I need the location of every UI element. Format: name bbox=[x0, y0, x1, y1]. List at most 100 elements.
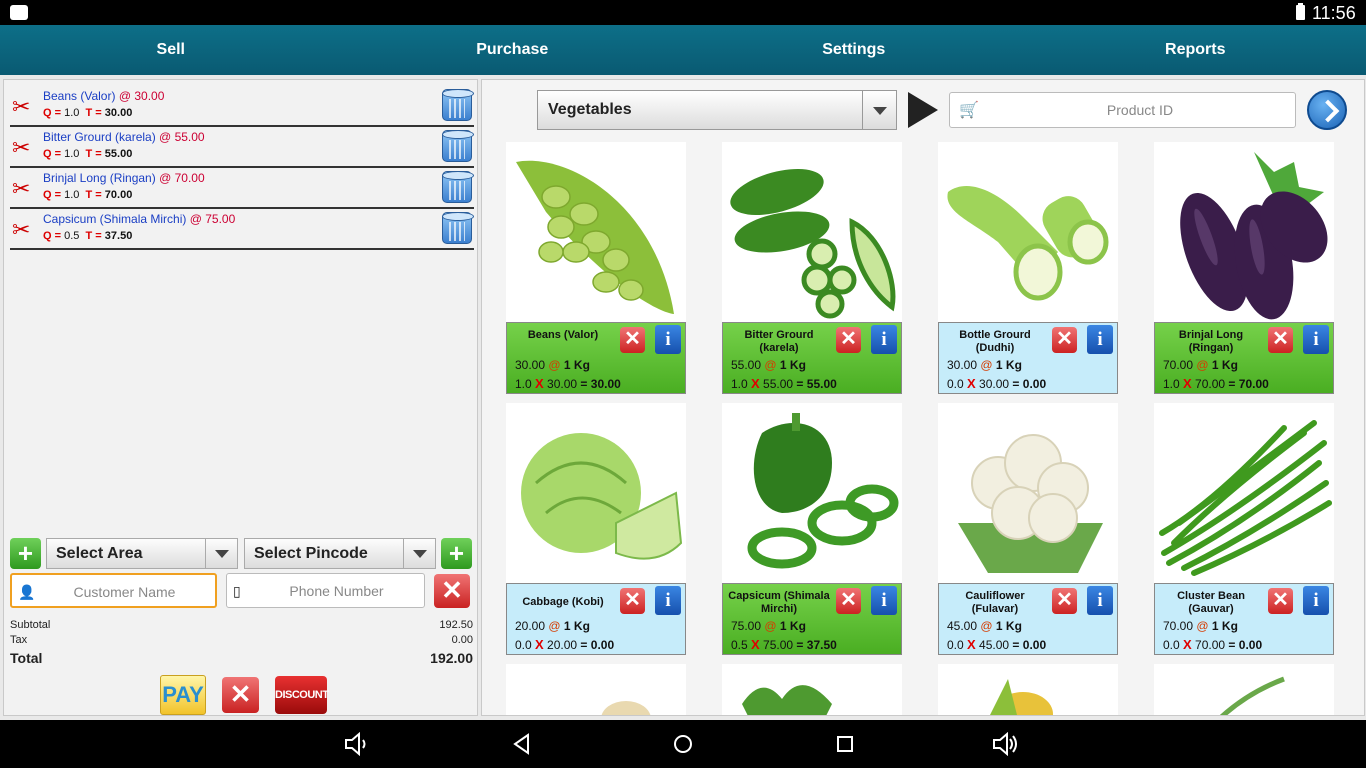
close-icon[interactable]: ✕ bbox=[620, 588, 645, 614]
close-icon[interactable]: ✕ bbox=[836, 327, 861, 353]
info-icon[interactable]: i bbox=[1087, 325, 1113, 354]
info-icon[interactable]: i bbox=[871, 586, 897, 615]
discount-button[interactable]: DISCOUNT bbox=[275, 676, 329, 714]
product-panel: Vegetables 🛒 Beans (Valor) ✕ i 30.00 @ 1… bbox=[481, 79, 1365, 716]
product-card[interactable] bbox=[722, 664, 902, 715]
cart-item[interactable]: ✂ Capsicum (Shimala Mirchi) @ 75.00 Q = … bbox=[10, 209, 474, 250]
bottle-gourd-image bbox=[947, 186, 1109, 301]
tab-reports[interactable]: Reports bbox=[1025, 25, 1366, 75]
close-icon[interactable]: ✕ bbox=[1052, 327, 1077, 353]
select-area-dropdown[interactable]: Select Area bbox=[46, 538, 238, 569]
product-rate: 30.00 bbox=[947, 358, 978, 372]
trash-can-icon[interactable] bbox=[442, 171, 474, 203]
product-rate-repeat: 30.00 bbox=[547, 377, 578, 391]
product-total: = 55.00 bbox=[796, 377, 837, 391]
cart-item-name: Beans (Valor) bbox=[43, 89, 116, 103]
add-area-button[interactable]: + bbox=[10, 538, 41, 569]
product-card[interactable]: Cluster Bean (Gauvar) ✕ i 70.00 @ 1 Kg 0… bbox=[1154, 403, 1334, 655]
info-icon[interactable]: i bbox=[1303, 586, 1329, 615]
select-pincode-dropdown[interactable]: Select Pincode bbox=[244, 538, 436, 569]
cart-item[interactable]: ✂ Brinjal Long (Ringan) @ 70.00 Q = 1.0 … bbox=[10, 168, 474, 209]
at-symbol: @ bbox=[764, 619, 777, 633]
category-label: Vegetables bbox=[548, 101, 632, 118]
clear-customer-button[interactable]: ✕ bbox=[434, 574, 470, 608]
trash-can-icon[interactable] bbox=[442, 212, 474, 244]
phone-number-input[interactable] bbox=[253, 574, 420, 607]
capsicum-image bbox=[747, 413, 899, 569]
cluster-bean-image bbox=[1159, 420, 1332, 576]
info-icon[interactable]: i bbox=[655, 586, 681, 615]
cart-item-price: @ 75.00 bbox=[189, 212, 236, 226]
cart-item-name: Capsicum (Shimala Mirchi) bbox=[43, 212, 187, 226]
back-icon[interactable] bbox=[510, 732, 536, 756]
info-icon[interactable]: i bbox=[1303, 325, 1329, 354]
product-card[interactable]: Capsicum (Shimala Mirchi) ✕ i 75.00 @ 1 … bbox=[722, 403, 902, 655]
total-label: T = bbox=[85, 189, 102, 201]
close-icon[interactable]: ✕ bbox=[620, 327, 645, 353]
product-rate-repeat: 55.00 bbox=[763, 377, 794, 391]
add-pincode-button[interactable]: + bbox=[441, 538, 472, 569]
product-card[interactable] bbox=[506, 664, 686, 715]
customer-name-input[interactable] bbox=[38, 575, 211, 608]
product-rate: 55.00 bbox=[731, 358, 762, 372]
scissors-icon[interactable]: ✂ bbox=[12, 176, 30, 202]
trash-can-icon[interactable] bbox=[442, 89, 474, 121]
tab-settings[interactable]: Settings bbox=[683, 25, 1025, 75]
close-icon[interactable]: ✕ bbox=[836, 588, 861, 614]
product-info: Bitter Grourd (karela) ✕ i 55.00 @ 1 Kg … bbox=[722, 322, 902, 394]
product-card[interactable] bbox=[1154, 664, 1334, 715]
info-icon[interactable]: i bbox=[655, 325, 681, 354]
volume-down-icon[interactable] bbox=[344, 732, 370, 756]
product-card[interactable]: Cauliflower (Fulavar) ✕ i 45.00 @ 1 Kg 0… bbox=[938, 403, 1118, 655]
phone-number-field[interactable]: ▯ bbox=[226, 573, 425, 608]
product-qty: 0.0 bbox=[947, 638, 964, 652]
product-rate: 75.00 bbox=[731, 619, 762, 633]
product-card[interactable]: Bitter Grourd (karela) ✕ i 55.00 @ 1 Kg … bbox=[722, 142, 902, 394]
trash-can-icon[interactable] bbox=[442, 130, 474, 162]
times-symbol: X bbox=[751, 637, 760, 652]
close-icon[interactable]: ✕ bbox=[1268, 588, 1293, 614]
main-area: ✂ Beans (Valor) @ 30.00 Q = 1.0 T = 30.0… bbox=[0, 75, 1366, 720]
product-card[interactable]: Cabbage (Kobi) ✕ i 20.00 @ 1 Kg 0.0 X 20… bbox=[506, 403, 686, 655]
times-symbol: X bbox=[535, 376, 544, 391]
product-card[interactable] bbox=[938, 664, 1118, 715]
cart-item[interactable]: ✂ Bitter Grourd (karela) @ 55.00 Q = 1.0… bbox=[10, 127, 474, 168]
tab-sell[interactable]: Sell bbox=[0, 25, 342, 75]
product-card[interactable]: Brinjal Long (Ringan) ✕ i 70.00 @ 1 Kg 1… bbox=[1154, 142, 1334, 394]
close-icon[interactable]: ✕ bbox=[1268, 327, 1293, 353]
brinjal-image bbox=[1180, 152, 1328, 320]
cart-item[interactable]: ✂ Beans (Valor) @ 30.00 Q = 1.0 T = 30.0… bbox=[10, 86, 474, 127]
tab-purchase[interactable]: Purchase bbox=[342, 25, 684, 75]
product-image bbox=[601, 701, 651, 715]
recent-apps-icon[interactable] bbox=[832, 732, 858, 756]
product-unit: 1 Kg bbox=[995, 358, 1022, 372]
category-dropdown[interactable]: Vegetables bbox=[537, 90, 897, 130]
cart-item-name: Brinjal Long (Ringan) bbox=[43, 171, 156, 185]
subtotal-row: Subtotal 192.50 bbox=[10, 619, 473, 631]
product-card[interactable]: Bottle Grourd (Dudhi) ✕ i 30.00 @ 1 Kg 0… bbox=[938, 142, 1118, 394]
go-arrow-icon[interactable] bbox=[1307, 90, 1347, 130]
times-symbol: X bbox=[1183, 376, 1192, 391]
product-id-field[interactable]: 🛒 bbox=[949, 92, 1296, 128]
play-icon[interactable] bbox=[908, 92, 938, 128]
product-info: Brinjal Long (Ringan) ✕ i 70.00 @ 1 Kg 1… bbox=[1154, 322, 1334, 394]
cancel-order-button[interactable]: ✕ bbox=[222, 677, 259, 713]
close-icon[interactable]: ✕ bbox=[1052, 588, 1077, 614]
pay-button[interactable]: PAY bbox=[160, 675, 206, 715]
product-name: Cluster Bean (Gauvar) bbox=[1177, 590, 1245, 615]
customer-name-field[interactable]: 👤 bbox=[10, 573, 217, 608]
scissors-icon[interactable]: ✂ bbox=[12, 217, 30, 243]
volume-up-icon[interactable] bbox=[992, 732, 1018, 756]
scissors-icon[interactable]: ✂ bbox=[12, 135, 30, 161]
cart-item-total: 30.00 bbox=[104, 107, 133, 119]
home-icon[interactable] bbox=[670, 732, 696, 756]
product-name: Capsicum (Shimala Mirchi) bbox=[728, 590, 830, 615]
subtotal-value: 192.50 bbox=[439, 619, 473, 631]
product-id-input[interactable] bbox=[990, 93, 1290, 127]
cart-panel: ✂ Beans (Valor) @ 30.00 Q = 1.0 T = 30.0… bbox=[3, 79, 478, 716]
info-icon[interactable]: i bbox=[1087, 586, 1113, 615]
product-card[interactable]: Beans (Valor) ✕ i 30.00 @ 1 Kg 1.0 X 30.… bbox=[506, 142, 686, 394]
cart-icon: 🛒 bbox=[959, 102, 979, 119]
scissors-icon[interactable]: ✂ bbox=[12, 94, 30, 120]
info-icon[interactable]: i bbox=[871, 325, 897, 354]
